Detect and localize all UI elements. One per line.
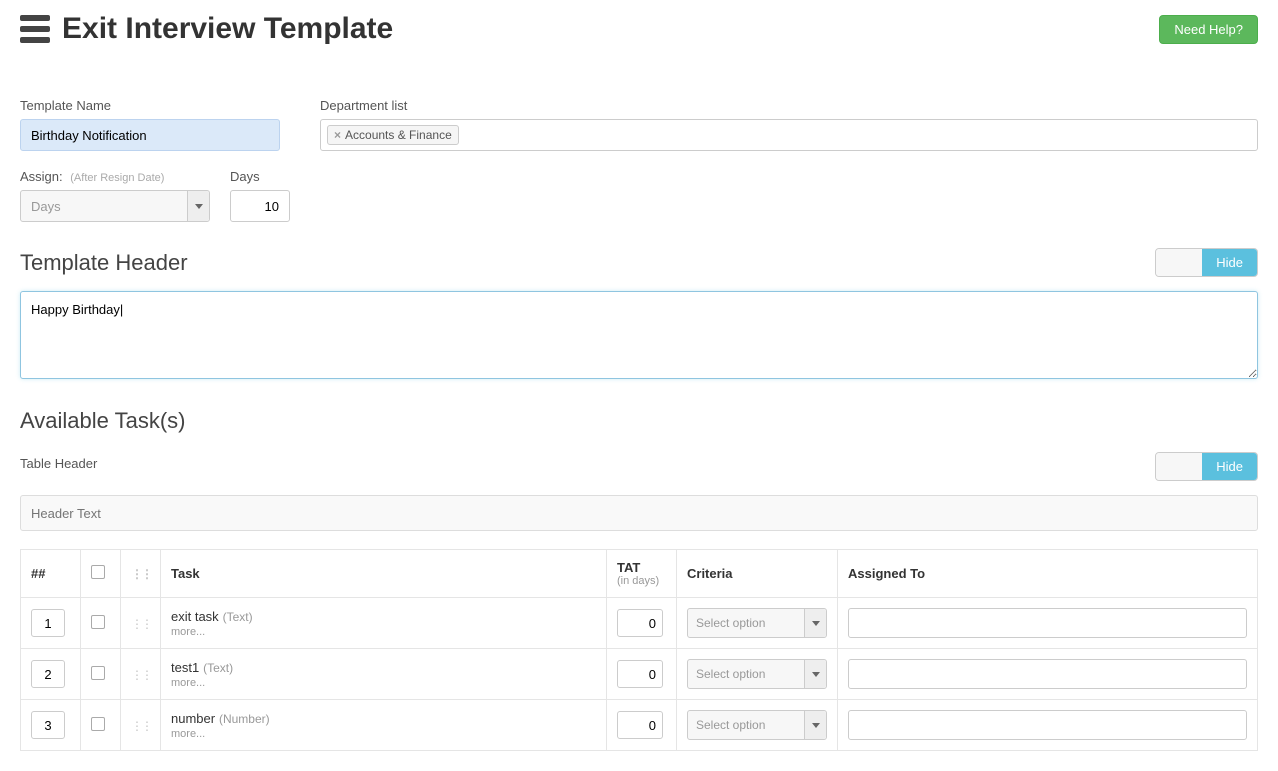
task-type: (Text) (223, 610, 253, 624)
col-tat: TAT (in days) (607, 550, 677, 598)
task-more-link[interactable]: more... (171, 728, 596, 740)
table-header-hide-button[interactable]: Hide (1202, 453, 1257, 480)
template-header-textarea[interactable] (20, 291, 1258, 379)
row-checkbox[interactable] (91, 666, 105, 680)
col-criteria: Criteria (677, 550, 838, 598)
table-header-show-button[interactable] (1156, 453, 1202, 480)
assign-label: Assign: (After Resign Date) (20, 169, 210, 184)
col-assigned: Assigned To (838, 550, 1258, 598)
template-header-hide-button[interactable]: Hide (1202, 249, 1257, 276)
assign-select[interactable]: Days (20, 190, 210, 222)
table-header-input[interactable] (20, 495, 1258, 531)
row-number-input[interactable] (31, 660, 65, 688)
page-title: Exit Interview Template (62, 12, 393, 46)
assigned-to-input[interactable] (848, 608, 1247, 638)
task-name: number (171, 711, 215, 726)
col-task: Task (161, 550, 607, 598)
table-header-toggle[interactable]: Hide (1155, 452, 1258, 481)
criteria-caret-icon[interactable] (804, 660, 826, 688)
table-row: exit task (Text)more...Select option (21, 598, 1258, 649)
template-header-toggle[interactable]: Hide (1155, 248, 1258, 277)
assigned-to-input[interactable] (848, 710, 1247, 740)
table-row: test1 (Text)more...Select option (21, 649, 1258, 700)
task-name: exit task (171, 609, 219, 624)
task-type: (Text) (203, 661, 233, 675)
task-more-link[interactable]: more... (171, 626, 596, 638)
assigned-to-input[interactable] (848, 659, 1247, 689)
col-checkbox (81, 550, 121, 598)
table-row: number (Number)more...Select option (21, 700, 1258, 751)
need-help-button[interactable]: Need Help? (1159, 15, 1258, 44)
table-header-label: Table Header (20, 456, 97, 471)
drag-handle-icon[interactable] (131, 615, 145, 629)
department-list-input[interactable]: × Accounts & Finance (320, 119, 1258, 151)
days-input[interactable] (230, 190, 290, 222)
drag-handle-icon[interactable] (131, 717, 145, 731)
template-header-show-button[interactable] (1156, 249, 1202, 276)
row-checkbox[interactable] (91, 615, 105, 629)
criteria-caret-icon[interactable] (804, 609, 826, 637)
col-number: ## (21, 550, 81, 598)
row-number-input[interactable] (31, 711, 65, 739)
tasks-table: ## Task TAT (in days) Criteria Assigned … (20, 549, 1258, 751)
task-type: (Number) (219, 712, 270, 726)
select-all-checkbox[interactable] (91, 565, 105, 579)
criteria-caret-icon[interactable] (804, 711, 826, 739)
tat-input[interactable] (617, 609, 663, 637)
assign-select-caret[interactable] (187, 191, 209, 221)
page-header: Exit Interview Template Need Help? (20, 8, 1258, 58)
task-name: test1 (171, 660, 199, 675)
department-tag[interactable]: × Accounts & Finance (327, 125, 459, 145)
days-label: Days (230, 169, 290, 184)
department-list-label: Department list (320, 98, 1258, 113)
tat-input[interactable] (617, 711, 663, 739)
drag-handle-icon[interactable] (131, 666, 145, 680)
remove-tag-icon[interactable]: × (334, 128, 341, 142)
row-number-input[interactable] (31, 609, 65, 637)
menu-icon[interactable] (20, 15, 50, 43)
template-name-input[interactable] (20, 119, 280, 151)
template-header-title: Template Header (20, 250, 188, 276)
tat-input[interactable] (617, 660, 663, 688)
col-drag (121, 550, 161, 598)
available-tasks-title: Available Task(s) (20, 408, 185, 434)
row-checkbox[interactable] (91, 717, 105, 731)
template-name-label: Template Name (20, 98, 280, 113)
drag-all-icon (131, 566, 145, 580)
department-tag-label: Accounts & Finance (345, 128, 452, 142)
task-more-link[interactable]: more... (171, 677, 596, 689)
